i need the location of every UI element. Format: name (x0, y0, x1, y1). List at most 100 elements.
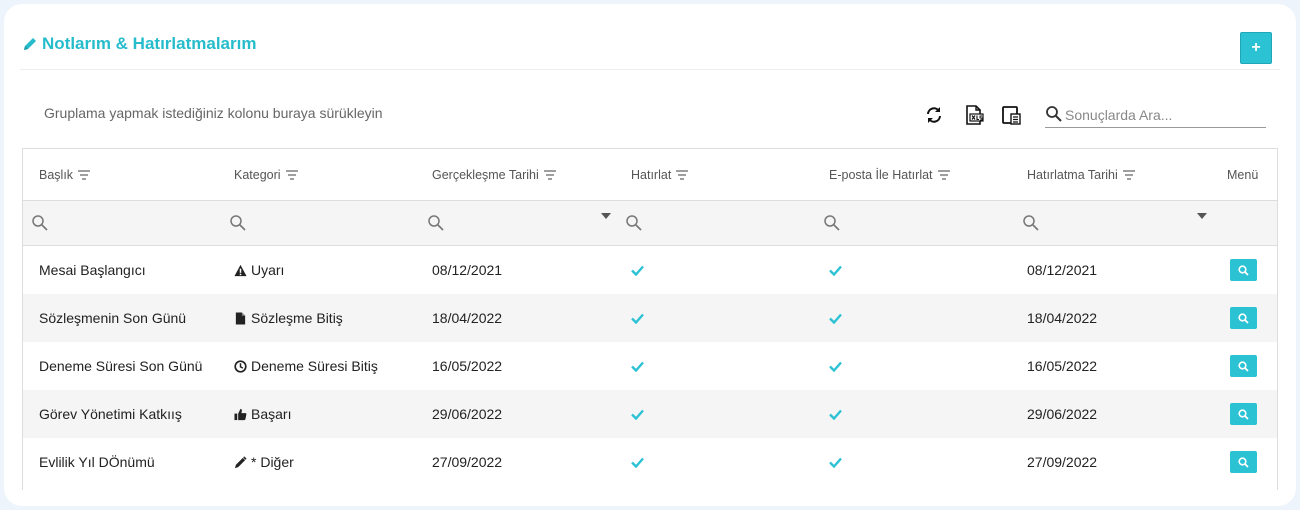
excel-export-button[interactable] (963, 104, 985, 126)
column-header-label: Hatırlat (631, 167, 672, 182)
view-detail-button[interactable] (1230, 259, 1257, 281)
date-filter-dropdown-icon[interactable] (601, 213, 611, 219)
search-icon (626, 215, 642, 231)
column-chooser-button[interactable] (1000, 104, 1022, 126)
grid-filter-row (23, 201, 1277, 246)
column-header-email-remind[interactable]: E-posta İle Hatırlat (829, 149, 950, 200)
column-header-remind[interactable]: Hatırlat (631, 149, 689, 200)
cell-menu (1230, 246, 1257, 294)
column-header-date[interactable]: Gerçekleşme Tarihi (432, 149, 556, 200)
column-header-label: E-posta İle Hatırlat (829, 167, 933, 182)
cell-remind-date: 29/06/2022 (1027, 406, 1098, 422)
cell-title: Sözleşmenin Son Günü (39, 310, 187, 326)
column-header-menu: Menü (1227, 149, 1258, 200)
check-icon (829, 457, 842, 468)
cell-remind (631, 246, 644, 294)
category-label: Sözleşme Bitiş (251, 310, 343, 326)
filter-icon[interactable] (285, 169, 298, 180)
filter-icon[interactable] (543, 169, 556, 180)
warning-icon (234, 264, 247, 276)
cell-category: Uyarı (234, 246, 284, 294)
view-detail-button[interactable] (1230, 403, 1257, 425)
table-row[interactable]: Evlilik Yıl DÖnümü * Diğer 27/09/2022 27… (23, 438, 1277, 486)
cell-category: Sözleşme Bitiş (234, 294, 343, 342)
cell-remind (631, 390, 644, 438)
column-header-label: Başlık (39, 167, 74, 182)
cell-category: * Diğer (234, 438, 294, 486)
table-row[interactable]: Mesai Başlangıcı Uyarı 08/12/2021 08/12/… (23, 246, 1277, 294)
search-icon (428, 215, 444, 231)
cell-category: Başarı (234, 390, 291, 438)
cell-email-remind (829, 342, 842, 390)
category-label: Başarı (251, 406, 292, 422)
cell-title: Evlilik Yıl DÖnümü (39, 454, 155, 470)
check-icon (829, 313, 842, 324)
cell-title: Mesai Başlangıcı (39, 262, 146, 278)
notes-panel: Notlarım & Hatırlatmalarım + Gruplama ya… (20, 20, 1280, 490)
filter-cell-email-remind[interactable] (823, 201, 841, 245)
check-icon (631, 409, 644, 420)
cell-menu (1230, 390, 1257, 438)
category-label: * Diğer (251, 454, 294, 470)
excel-export-icon (966, 105, 984, 125)
check-icon (829, 409, 842, 420)
column-chooser-icon (1002, 106, 1021, 125)
search-icon (230, 215, 246, 231)
table-row[interactable]: Sözleşmenin Son Günü Sözleşme Bitiş 18/0… (23, 294, 1277, 342)
view-detail-button[interactable] (1230, 307, 1257, 329)
column-header-label: Kategori (234, 167, 281, 182)
filter-icon[interactable] (78, 169, 91, 180)
cell-email-remind (829, 246, 842, 294)
check-icon (829, 265, 842, 276)
column-header-remind-date[interactable]: Hatırlatma Tarihi (1027, 149, 1135, 200)
filter-icon[interactable] (937, 169, 950, 180)
search-icon (824, 215, 840, 231)
cell-remind-date: 27/09/2022 (1027, 454, 1098, 470)
filter-cell-remind[interactable] (625, 201, 643, 245)
refresh-icon (927, 107, 941, 123)
zoom-icon (1238, 456, 1249, 468)
view-detail-button[interactable] (1230, 355, 1257, 377)
zoom-icon (1238, 408, 1249, 420)
table-row[interactable]: Görev Yönetimi Katkıış Başarı 29/06/2022… (23, 390, 1277, 438)
results-search (1045, 104, 1266, 128)
column-header-title[interactable]: Başlık (39, 149, 91, 200)
view-detail-button[interactable] (1230, 451, 1257, 473)
pencil-icon (24, 38, 36, 50)
column-header-label: Hatırlatma Tarihi (1027, 167, 1118, 182)
cell-title: Görev Yönetimi Katkıış (39, 406, 182, 422)
category-label: Deneme Süresi Bitiş (251, 358, 378, 374)
zoom-icon (1238, 312, 1249, 324)
thumbs-up-icon (234, 408, 247, 420)
group-panel-hint: Gruplama yapmak istediğiniz kolonu buray… (44, 105, 383, 121)
cell-remind (631, 294, 644, 342)
panel-header: Notlarım & Hatırlatmalarım + (20, 20, 1280, 70)
cell-email-remind (829, 438, 842, 486)
refresh-button[interactable] (923, 104, 945, 126)
filter-icon[interactable] (1122, 169, 1135, 180)
zoom-icon (1238, 264, 1249, 276)
cell-remind (631, 438, 644, 486)
filter-cell-date[interactable] (427, 201, 445, 245)
filter-cell-remind-date[interactable] (1022, 201, 1040, 245)
filter-cell-title[interactable] (31, 201, 49, 245)
filter-cell-category[interactable] (229, 201, 247, 245)
table-row[interactable]: Deneme Süresi Son Günü Deneme Süresi Bit… (23, 342, 1277, 390)
zoom-icon (1238, 360, 1249, 372)
notes-grid: Başlık Kategori Gerçekleşme Tarihi Hatır… (22, 148, 1278, 490)
cell-email-remind (829, 390, 842, 438)
cell-date: 16/05/2022 (432, 358, 503, 374)
add-note-button[interactable]: + (1240, 32, 1272, 64)
column-header-category[interactable]: Kategori (234, 149, 298, 200)
clock-icon (234, 359, 247, 373)
cell-email-remind (829, 294, 842, 342)
search-icon (1023, 215, 1039, 231)
cell-date: 18/04/2022 (432, 310, 503, 326)
results-search-input[interactable] (1065, 104, 1265, 126)
check-icon (829, 361, 842, 372)
filter-icon[interactable] (676, 169, 689, 180)
cell-remind-date: 16/05/2022 (1027, 358, 1098, 374)
search-icon (32, 215, 48, 231)
remind-date-filter-dropdown-icon[interactable] (1197, 213, 1207, 219)
grid-header-row: Başlık Kategori Gerçekleşme Tarihi Hatır… (23, 149, 1277, 201)
